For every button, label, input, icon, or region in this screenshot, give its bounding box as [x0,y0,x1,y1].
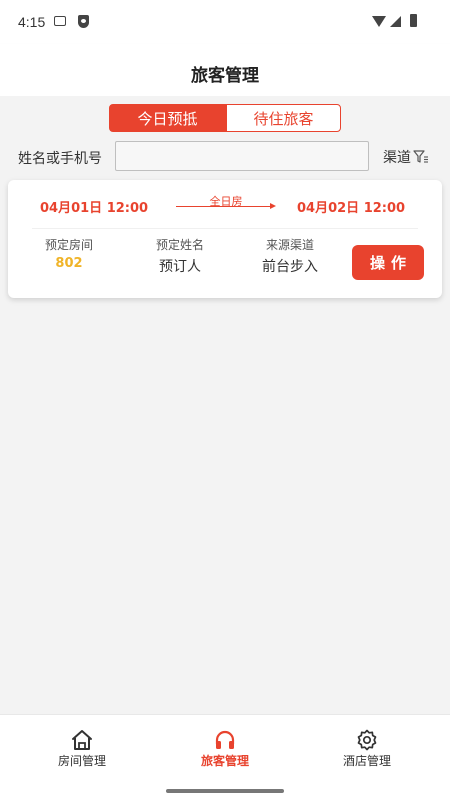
room-label: 预定房间 [44,238,93,252]
filter-icon [413,150,428,163]
name-label: 预定姓名 [155,238,204,252]
tab-today-arrivals[interactable]: 今日预抵 [109,104,226,132]
room-column: 预定房间 802 [19,236,119,271]
status-time: 4:15 [18,14,46,30]
home-icon [72,730,92,750]
search-input[interactable] [115,141,369,171]
guest-name: 预订人 [159,259,201,275]
room-number: 802 [55,256,83,271]
source-value: 前台步入 [262,259,318,275]
nav-guest-management[interactable]: 旅客管理 [170,729,280,769]
nav-label-guests: 旅客管理 [200,754,249,768]
action-button[interactable]: 操作 [352,245,424,280]
arrow-line [176,206,272,207]
home-indicator[interactable] [166,789,284,793]
bottom-nav: 房间管理 旅客管理 酒店管理 [0,714,450,800]
app-header: 旅客管理 [0,44,450,96]
channel-filter-button[interactable]: 渠道 [383,147,429,167]
tab-pending-guests[interactable]: 待住旅客 [226,104,341,132]
arrow-right-icon [270,203,276,209]
channel-filter-label: 渠道 [383,150,411,166]
source-column: 来源渠道 前台步入 [240,236,340,276]
source-label: 来源渠道 [265,238,314,252]
checkin-date: 04月01日 12:00 [40,201,149,216]
status-bar: 4:15 [0,0,450,44]
battery-icon [410,14,417,27]
headphones-icon [215,730,235,749]
divider [32,228,418,229]
search-label: 姓名或手机号 [18,151,102,167]
name-column: 预定姓名 预订人 [130,236,230,276]
nav-hotel-management[interactable]: 酒店管理 [312,729,422,769]
shield-icon [78,15,89,28]
checkout-date: 04月02日 12:00 [297,201,406,216]
signal-icon [390,16,401,27]
reservation-card[interactable]: 04月01日 12:00 全日房 04月02日 12:00 预定房间 802 预… [8,180,442,298]
page-title: 旅客管理 [191,66,259,86]
gear-icon [357,729,377,751]
screen-icon [54,16,66,26]
wifi-icon [372,16,386,27]
nav-label-rooms: 房间管理 [57,754,106,768]
nav-room-management[interactable]: 房间管理 [27,729,137,769]
nav-label-hotel: 酒店管理 [342,754,391,768]
